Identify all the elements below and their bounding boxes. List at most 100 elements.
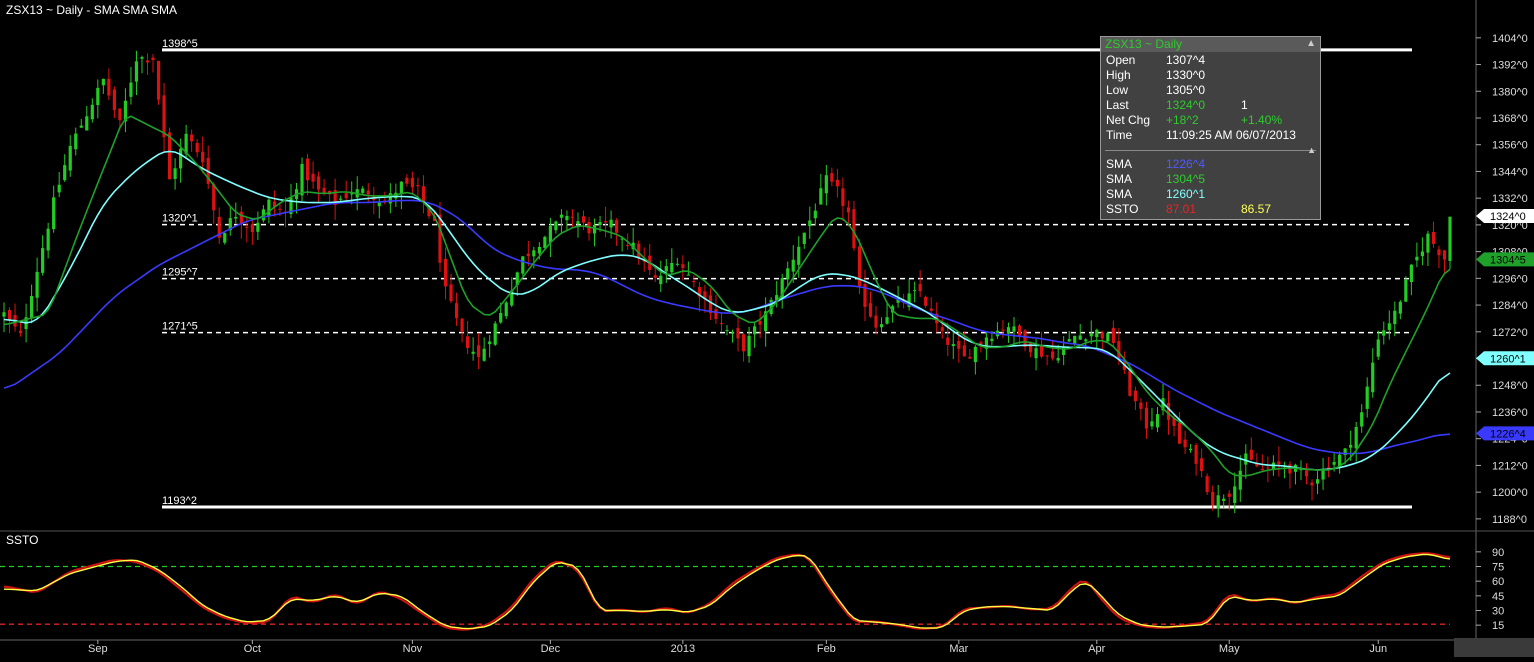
high-value: 1330^0 (1166, 68, 1205, 82)
price-tick-label: 1356^0 (1492, 140, 1528, 152)
candle-body (653, 275, 657, 278)
candle-body (460, 318, 464, 332)
candle-body (1106, 333, 1110, 342)
candle-body (471, 351, 475, 354)
candle-body (913, 290, 917, 292)
candle-body (167, 132, 172, 180)
time-label: Apr (1088, 643, 1105, 655)
candle-body (1001, 329, 1005, 331)
candle-body (1150, 421, 1154, 427)
sma2-value: 1304^5 (1166, 172, 1205, 186)
candle-body (686, 274, 690, 276)
candle-body (7, 309, 12, 320)
candle-body (1189, 448, 1193, 451)
candle-body (741, 334, 746, 352)
level-label-1: 1320^1 (162, 213, 198, 225)
time-label: May (1219, 643, 1240, 655)
candle-body (156, 60, 161, 100)
candle-body (973, 346, 977, 363)
candle-body (90, 104, 94, 120)
sma1-value: 1226^4 (1166, 157, 1205, 171)
current-tag-label-0: 1324^0 (1490, 211, 1526, 223)
candle-body (659, 275, 663, 285)
candle-body (361, 188, 365, 193)
candle-body (979, 342, 983, 345)
candle-body (212, 184, 216, 211)
candle-body (1409, 264, 1413, 283)
candle-body (466, 336, 470, 348)
candle-body (576, 221, 580, 225)
candle-body (140, 57, 144, 59)
candle-body (118, 108, 122, 121)
candle-body (725, 330, 729, 332)
low-value: 1305^0 (1166, 83, 1205, 97)
candle-body (504, 302, 508, 317)
time-label: Oct (244, 643, 261, 655)
candle-body (1442, 250, 1447, 260)
candle-body (162, 95, 166, 138)
candle-body (366, 190, 370, 195)
candle-body (1332, 461, 1336, 465)
candle-body (747, 335, 751, 357)
candle-body (499, 312, 503, 323)
last-size: 1 (1241, 98, 1248, 112)
candle-body (101, 78, 105, 86)
candle-body (940, 327, 944, 332)
pin-icon[interactable]: ▲ (1307, 145, 1316, 155)
candle-body (1315, 479, 1320, 484)
data-window[interactable]: ZSX13 ~ Daily ▲ Open 1307^4 High 1330^0 … (1100, 36, 1321, 220)
candle-body (1017, 325, 1022, 336)
time-label: Dec (541, 643, 561, 655)
candle-body (68, 145, 72, 171)
candle-body (79, 125, 83, 128)
candle-body (1039, 345, 1044, 357)
current-tag-label-3: 1226^4 (1490, 428, 1526, 440)
time-label: 2013 (671, 643, 695, 655)
candle-body (1387, 323, 1391, 330)
candle-body (1426, 233, 1430, 253)
candle-body (1062, 346, 1066, 355)
price-tick-label: 1188^0 (1492, 514, 1527, 526)
candle-body (1166, 402, 1171, 420)
candle-body (1200, 458, 1204, 472)
candle-body (675, 263, 679, 265)
candle-body (879, 324, 884, 328)
candle-body (598, 221, 602, 226)
candle-body (570, 216, 575, 218)
candle-body (736, 327, 740, 339)
candle-body (1034, 348, 1038, 359)
level-label-3: 1271^5 (162, 321, 198, 333)
candle-body (74, 133, 78, 150)
candle-body (1376, 339, 1380, 357)
candle-body (449, 284, 453, 302)
candle-body (46, 228, 50, 251)
candle-body (316, 176, 321, 190)
candle-body (482, 348, 486, 361)
candle-body (1177, 422, 1182, 444)
candle-body (1415, 256, 1419, 261)
price-tick-label: 1284^0 (1492, 300, 1528, 312)
candle-body (1205, 476, 1209, 493)
candle-body (1288, 464, 1292, 474)
candle-body (1304, 470, 1309, 477)
candle-body (1211, 491, 1215, 506)
candle-body (868, 303, 873, 317)
candle-body (1277, 461, 1281, 465)
candle-body (344, 193, 348, 199)
candle-body (377, 202, 381, 207)
candle-body (1260, 469, 1264, 471)
candle-body (1398, 301, 1402, 314)
candle-body (1354, 426, 1358, 449)
candle-body (1420, 251, 1425, 257)
candle-body (52, 197, 56, 230)
candle-body (1095, 329, 1099, 338)
last-label: Last (1106, 98, 1129, 112)
candle-body (615, 220, 619, 233)
candle-body (278, 208, 282, 210)
candle-body (813, 210, 817, 219)
collapse-icon[interactable]: ▲ (1306, 38, 1316, 49)
candle-body (797, 246, 801, 265)
candle-body (223, 233, 227, 243)
price-tick-label: 1332^0 (1492, 193, 1528, 205)
candle-body (526, 253, 530, 257)
